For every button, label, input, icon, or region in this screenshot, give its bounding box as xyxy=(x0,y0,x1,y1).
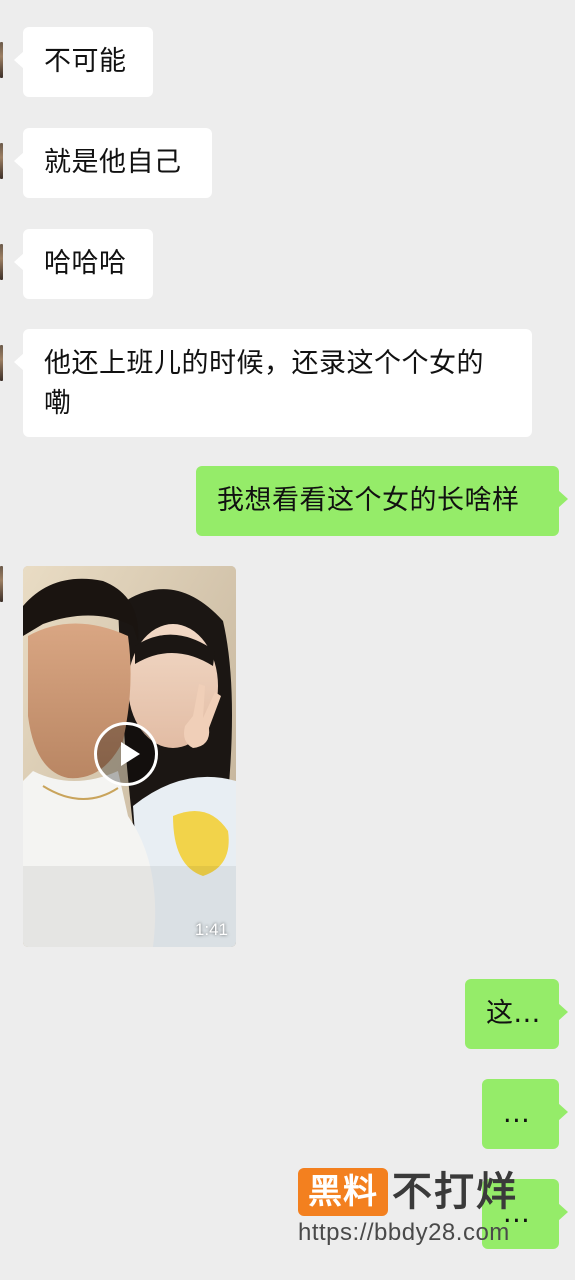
message-bubble-incoming[interactable]: 就是他自己 xyxy=(14,128,212,198)
sender-avatar[interactable] xyxy=(0,566,3,602)
message-bubble-outgoing[interactable]: ... xyxy=(482,1079,568,1149)
message-text: ... xyxy=(503,1098,531,1129)
watermark-badge: 黑料 xyxy=(298,1168,388,1216)
message-text: 他还上班儿的时候，还录这个个女的嘞 xyxy=(44,348,484,419)
message-bubble-outgoing[interactable]: 我想看看这个女的长啥样 xyxy=(196,466,568,536)
sender-avatar[interactable] xyxy=(0,42,3,78)
watermark-url: https://bbdy28.com xyxy=(298,1219,510,1246)
sender-avatar[interactable] xyxy=(0,143,3,179)
message-bubble-incoming[interactable]: 哈哈哈 xyxy=(14,229,153,299)
message-text: 不可能 xyxy=(44,46,127,77)
play-icon[interactable] xyxy=(94,722,158,786)
message-text: 哈哈哈 xyxy=(44,248,127,279)
sender-avatar[interactable] xyxy=(0,244,3,280)
sender-avatar[interactable] xyxy=(0,345,3,381)
watermark-title: 不打烊 xyxy=(392,1169,518,1215)
message-text: 我想看看这个女的长啥样 xyxy=(217,485,520,516)
message-bubble-outgoing[interactable]: 这... xyxy=(465,979,568,1049)
message-text: 就是他自己 xyxy=(44,147,182,178)
watermark: 黑料 不打烊 https://bbdy28.com xyxy=(298,1168,548,1252)
message-bubble-incoming[interactable]: 不可能 xyxy=(14,27,153,97)
video-message[interactable]: 1:41 xyxy=(23,566,236,947)
message-text: 这... xyxy=(486,998,541,1029)
message-bubble-incoming[interactable]: 他还上班儿的时候，还录这个个女的嘞 xyxy=(14,329,532,437)
video-duration: 1:41 xyxy=(194,920,228,939)
